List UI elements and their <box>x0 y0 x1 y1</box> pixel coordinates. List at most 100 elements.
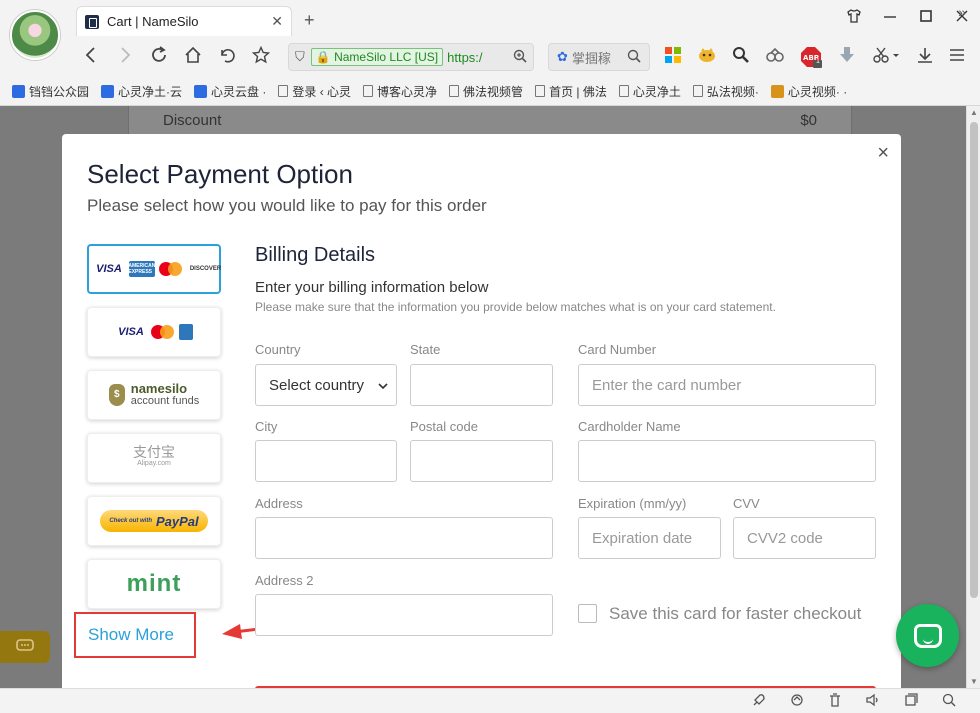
download-arrow-extension-icon[interactable] <box>836 46 858 68</box>
bookmark-label: 心灵视频· · <box>787 84 848 99</box>
bookmarks-bar: 铛铛公众园 心灵净土·云 心灵云盘 · 登录 ‹ 心灵 博客心灵净 佛法视频管 首页 | 佛… <box>0 78 980 104</box>
chat-bubble-icon <box>16 638 34 656</box>
bookmark-favicon-icon <box>101 84 115 98</box>
expiration-input[interactable]: Expiration date <box>578 517 721 559</box>
show-more-button[interactable]: Show More <box>74 612 196 658</box>
state-input[interactable] <box>410 364 553 406</box>
postal-code-input[interactable] <box>410 440 553 482</box>
menu-icon[interactable] <box>946 46 968 68</box>
scroll-thumb[interactable] <box>970 122 978 598</box>
bookmark-label: 博客心灵净 <box>377 84 438 99</box>
document-icon <box>278 85 289 97</box>
address-label: Address <box>255 496 303 511</box>
page-scrollbar[interactable]: ▲ ▼ <box>966 106 980 688</box>
cardholder-name-input[interactable] <box>578 440 876 482</box>
refresh-status-icon[interactable] <box>788 693 806 710</box>
bookmark-item[interactable]: 心灵净土 <box>618 83 681 100</box>
address-input[interactable] <box>255 517 553 559</box>
bookmark-item[interactable]: 弘法视频· <box>692 83 759 100</box>
payment-option-credit-card[interactable]: VISA AMERICAN EXPRESS DISCOVER <box>87 244 221 294</box>
bookmark-item[interactable]: 心灵净土·云 <box>101 83 182 100</box>
back-icon[interactable] <box>80 46 102 69</box>
bookmarks-more-icon[interactable]: » <box>958 4 966 20</box>
speaker-icon[interactable] <box>864 693 882 710</box>
live-chat-button[interactable] <box>896 604 959 667</box>
bookmark-item[interactable]: 首页 | 佛法 <box>535 83 607 100</box>
forward-icon[interactable] <box>114 46 136 69</box>
country-select[interactable]: Select country <box>255 364 397 406</box>
magnifier-extension-icon[interactable] <box>730 46 752 68</box>
bookmark-label: 佛法视频管 <box>463 84 524 99</box>
save-card-checkbox[interactable] <box>578 604 597 623</box>
scroll-up-icon[interactable]: ▲ <box>970 108 978 117</box>
city-input[interactable] <box>255 440 397 482</box>
payment-option-card-alt[interactable]: VISA <box>87 307 221 357</box>
close-icon[interactable]: × <box>877 142 889 165</box>
payment-option-mint[interactable]: mint <box>87 559 221 609</box>
browser-status-bar <box>0 688 980 713</box>
cvv-input[interactable]: CVV2 code <box>733 517 876 559</box>
bookmark-item[interactable]: 心灵视频· · <box>770 83 848 100</box>
cvv-label: CVV <box>733 496 760 511</box>
minimize-icon[interactable] <box>882 8 898 28</box>
bookmark-item[interactable]: 心灵云盘 · <box>194 83 266 100</box>
bookmark-item[interactable]: 铛铛公众园 <box>12 83 89 100</box>
payment-option-account-funds[interactable]: $ namesilo account funds <box>87 370 221 420</box>
payment-option-paypal[interactable]: Check out with PayPal <box>87 496 221 546</box>
url-text[interactable]: https:/ <box>447 50 483 65</box>
scissors-icon[interactable] <box>870 46 904 68</box>
mastercard-logo-icon <box>158 261 183 277</box>
zoom-icon[interactable] <box>513 49 527 66</box>
window-controls <box>846 8 970 28</box>
ssl-badge[interactable]: 🔒 NameSilo LLC [US] <box>310 48 444 66</box>
bookmark-favicon-icon <box>12 84 25 98</box>
discover-logo-icon: DISCOVER <box>189 266 222 272</box>
window-restore-icon[interactable] <box>902 693 920 710</box>
baidu-paw-icon: ✿ <box>557 49 568 64</box>
address2-input[interactable] <box>255 594 553 636</box>
bookmark-label: 首页 | 佛法 <box>549 84 607 99</box>
paypal-text: PayPal <box>156 513 199 529</box>
bookmark-item[interactable]: 佛法视频管 <box>449 83 523 100</box>
tiger-extension-icon[interactable] <box>696 46 718 68</box>
star-bookmark-icon[interactable] <box>250 45 272 69</box>
document-icon <box>618 85 629 97</box>
expiration-label: Expiration (mm/yy) <box>578 496 687 511</box>
namesilo-favicon-icon <box>85 14 99 29</box>
tab-close-icon[interactable]: ✕ <box>271 13 283 30</box>
search-box[interactable]: ✿ 掌掴稼 <box>548 43 650 71</box>
card-number-input[interactable]: Enter the card number <box>578 364 876 406</box>
payment-option-alipay[interactable]: 支付宝 Alipay.com <box>87 433 221 483</box>
downloads-icon[interactable] <box>914 46 936 68</box>
country-label: Country <box>255 342 301 357</box>
adblock-extension-icon[interactable]: ABP 1 <box>800 46 822 68</box>
side-chat-tab[interactable] <box>0 631 50 663</box>
amex-logo-icon <box>178 324 193 340</box>
chat-icon <box>913 623 942 648</box>
home-icon[interactable] <box>182 46 204 69</box>
rocket-icon[interactable] <box>750 693 768 710</box>
alipay-en-text: Alipay.com <box>137 460 171 467</box>
bookmark-item[interactable]: 登录 ‹ 心灵 <box>278 83 351 100</box>
shirt-skin-icon[interactable] <box>846 8 862 28</box>
ssl-label: NameSilo LLC [US] <box>334 50 439 64</box>
namesilo-funds-logo: $ namesilo account funds <box>108 382 199 407</box>
trash-icon[interactable] <box>826 693 844 710</box>
address-bar[interactable]: ⛉ 🔒 NameSilo LLC [US] https:/ <box>288 43 534 71</box>
reload-icon[interactable] <box>148 46 170 69</box>
scroll-down-icon[interactable]: ▼ <box>970 677 978 686</box>
link-extension-icon[interactable] <box>764 46 786 68</box>
maximize-icon[interactable] <box>918 8 934 28</box>
new-tab-button[interactable]: + <box>304 10 315 31</box>
windows-extension-icon[interactable] <box>662 46 684 68</box>
undo-icon[interactable] <box>216 46 238 69</box>
browser-tab[interactable]: Cart | NameSilo ✕ <box>76 6 292 36</box>
address2-label: Address 2 <box>255 573 314 588</box>
save-card-label[interactable]: Save this card for faster checkout <box>609 604 861 624</box>
postal-code-label: Postal code <box>410 419 478 434</box>
amex-logo-icon: AMERICAN EXPRESS <box>128 261 156 277</box>
zoom-status-icon[interactable] <box>940 693 958 710</box>
search-icon[interactable] <box>627 49 641 66</box>
bookmark-item[interactable]: 博客心灵净 <box>363 83 437 100</box>
billing-details: Billing Details Enter your billing infor… <box>255 244 876 314</box>
